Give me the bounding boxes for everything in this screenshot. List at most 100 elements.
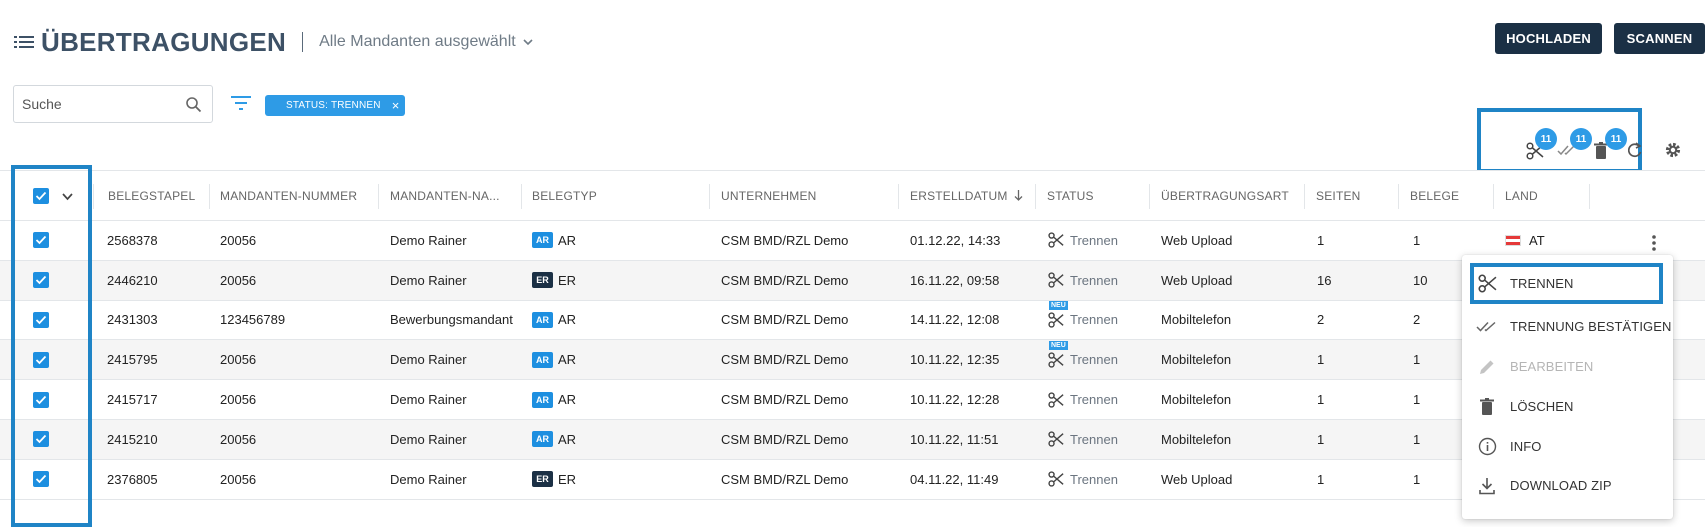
cell-unternehmen: CSM BMD/RZL Demo — [721, 352, 849, 368]
table-row[interactable]: 2431303 123456789 Bewerbungsmandant AR A… — [0, 300, 1705, 341]
header-mandanten-nummer[interactable]: MANDANTEN-NUMMER — [220, 171, 357, 220]
cell-uebertragungsart: Web Upload — [1161, 471, 1233, 487]
scan-button[interactable]: SCANNEN — [1614, 23, 1705, 54]
table-row[interactable]: 2415210 20056 Demo Rainer AR AR CSM BMD/… — [0, 420, 1705, 460]
more-vertical-icon[interactable] — [1651, 234, 1657, 252]
cell-uebertragungsart: Mobiltelefon — [1161, 392, 1232, 408]
cell-belegtyp: AR AR — [532, 340, 576, 379]
new-badge: NEU — [1049, 340, 1068, 350]
belegtyp-tag: AR — [532, 232, 553, 249]
filter-icon[interactable] — [230, 95, 252, 111]
cell-belegtyp: ER ER — [532, 261, 576, 300]
cell-erstelldatum: 10.11.22, 11:51 — [910, 431, 999, 447]
cell-belege: 1 — [1413, 232, 1421, 248]
status-label: Trennen — [1070, 272, 1118, 288]
header-seiten[interactable]: SEITEN — [1316, 171, 1361, 220]
page-header: ÜBERTRAGUNGEN Alle Mandanten ausgewählt — [14, 22, 533, 62]
table-row[interactable]: 2376805 20056 Demo Rainer ER ER CSM BMD/… — [0, 460, 1705, 500]
menu-item-info[interactable]: INFO — [1462, 425, 1673, 468]
cell-belege: 1 — [1413, 352, 1421, 368]
cell-seiten: 1 — [1317, 392, 1325, 408]
header-uebertragungsart[interactable]: ÜBERTRAGUNGSART — [1161, 171, 1289, 220]
column-divider — [209, 184, 210, 209]
status-label: Trennen — [1070, 392, 1118, 408]
cell-mandanten-name: Demo Rainer — [390, 232, 467, 248]
list-menu-icon[interactable] — [14, 34, 34, 50]
gear-icon[interactable] — [1664, 141, 1682, 159]
belegtyp-label: AR — [558, 312, 577, 328]
belegtyp-label: ER — [558, 471, 577, 487]
search-icon[interactable] — [185, 96, 202, 113]
double-check-icon — [1476, 321, 1496, 332]
cell-seiten: 16 — [1317, 272, 1332, 288]
cell-seiten: 1 — [1317, 431, 1325, 447]
column-divider — [1398, 184, 1399, 209]
column-divider — [709, 184, 710, 209]
chip-remove-icon[interactable]: × — [392, 98, 400, 113]
cell-mandanten-name: Demo Rainer — [390, 471, 467, 487]
cell-belegstapel: 2415795 — [107, 352, 158, 368]
cell-uebertragungsart: Mobiltelefon — [1161, 352, 1232, 368]
belegtyp-tag: ER — [532, 272, 553, 289]
search-field[interactable] — [13, 85, 213, 123]
column-divider — [1589, 184, 1590, 209]
scissors-icon — [1048, 272, 1064, 288]
split-count-badge: 11 — [1535, 128, 1557, 150]
cell-status: Trennen — [1048, 380, 1118, 419]
cell-status: Trennen — [1048, 420, 1118, 459]
cell-belegtyp: AR AR — [532, 420, 576, 459]
cell-seiten: 1 — [1317, 471, 1325, 487]
menu-item-label: LÖSCHEN — [1510, 399, 1574, 414]
cell-belege: 1 — [1413, 471, 1421, 487]
cell-belegtyp: ER ER — [532, 460, 576, 499]
cell-belegtyp: AR AR — [532, 301, 576, 340]
cell-mandanten-name: Demo Rainer — [390, 392, 467, 408]
menu-item-trennung-bestaetigen[interactable]: TRENNUNG BESTÄTIGEN — [1462, 305, 1673, 348]
cell-mandanten-name: Demo Rainer — [390, 272, 467, 288]
menu-item-label: INFO — [1510, 439, 1542, 454]
belegtyp-tag: ER — [532, 471, 553, 488]
cell-belege: 1 — [1413, 431, 1421, 447]
cell-erstelldatum: 10.11.22, 12:28 — [910, 392, 1000, 408]
column-divider — [521, 184, 522, 209]
column-divider — [1493, 184, 1494, 209]
header-belege[interactable]: BELEGE — [1410, 171, 1459, 220]
table-row[interactable]: 2415795 20056 Demo Rainer AR AR CSM BMD/… — [0, 340, 1705, 381]
page-title: ÜBERTRAGUNGEN — [41, 26, 287, 57]
cell-land: AT — [1505, 221, 1545, 260]
header-land[interactable]: LAND — [1505, 171, 1538, 220]
header-status[interactable]: STATUS — [1047, 171, 1094, 220]
cell-uebertragungsart: Web Upload — [1161, 232, 1233, 248]
cell-belege: 1 — [1413, 392, 1421, 408]
menu-item-loeschen[interactable]: LÖSCHEN — [1462, 385, 1673, 428]
table-row[interactable]: 2568378 20056 Demo Rainer AR AR CSM BMD/… — [0, 221, 1705, 261]
header-belegtyp[interactable]: BELEGTYP — [532, 171, 597, 220]
scissors-icon — [1048, 232, 1064, 249]
cell-seiten: 1 — [1317, 232, 1325, 248]
land-label: AT — [1529, 232, 1545, 248]
menu-item-bearbeiten[interactable]: BEARBEITEN — [1462, 345, 1673, 388]
upload-button[interactable]: HOCHLADEN — [1495, 23, 1602, 54]
refresh-icon[interactable] — [1628, 142, 1642, 158]
mandant-select[interactable]: Alle Mandanten ausgewählt — [319, 33, 533, 51]
belegtyp-label: AR — [558, 232, 577, 248]
belegtyp-label: ER — [558, 272, 577, 288]
pencil-icon — [1480, 360, 1494, 374]
cell-unternehmen: CSM BMD/RZL Demo — [721, 392, 849, 408]
header-mandanten-name[interactable]: MANDANTEN-NA... — [390, 171, 500, 220]
table-row[interactable]: 2415717 20056 Demo Rainer AR AR CSM BMD/… — [0, 380, 1705, 420]
column-divider — [1035, 184, 1036, 209]
table-row[interactable]: 2446210 20056 Demo Rainer ER ER CSM BMD/… — [0, 260, 1705, 301]
search-input[interactable] — [22, 96, 172, 112]
header-erstelldatum[interactable]: ERSTELLDATUM — [910, 171, 1023, 220]
cell-mandanten-nummer: 20056 — [220, 352, 257, 368]
cell-mandanten-nummer: 20056 — [220, 431, 257, 447]
cell-mandanten-nummer: 123456789 — [220, 312, 286, 328]
menu-item-download-zip[interactable]: DOWNLOAD ZIP — [1462, 464, 1673, 507]
delete-count-badge: 11 — [1605, 128, 1627, 150]
cell-belegstapel: 2446210 — [107, 272, 158, 288]
header-belegstapel[interactable]: BELEGSTAPEL — [108, 171, 195, 220]
cell-unternehmen: CSM BMD/RZL Demo — [721, 312, 849, 328]
cell-mandanten-nummer: 20056 — [220, 392, 257, 408]
header-unternehmen[interactable]: UNTERNEHMEN — [721, 171, 817, 220]
